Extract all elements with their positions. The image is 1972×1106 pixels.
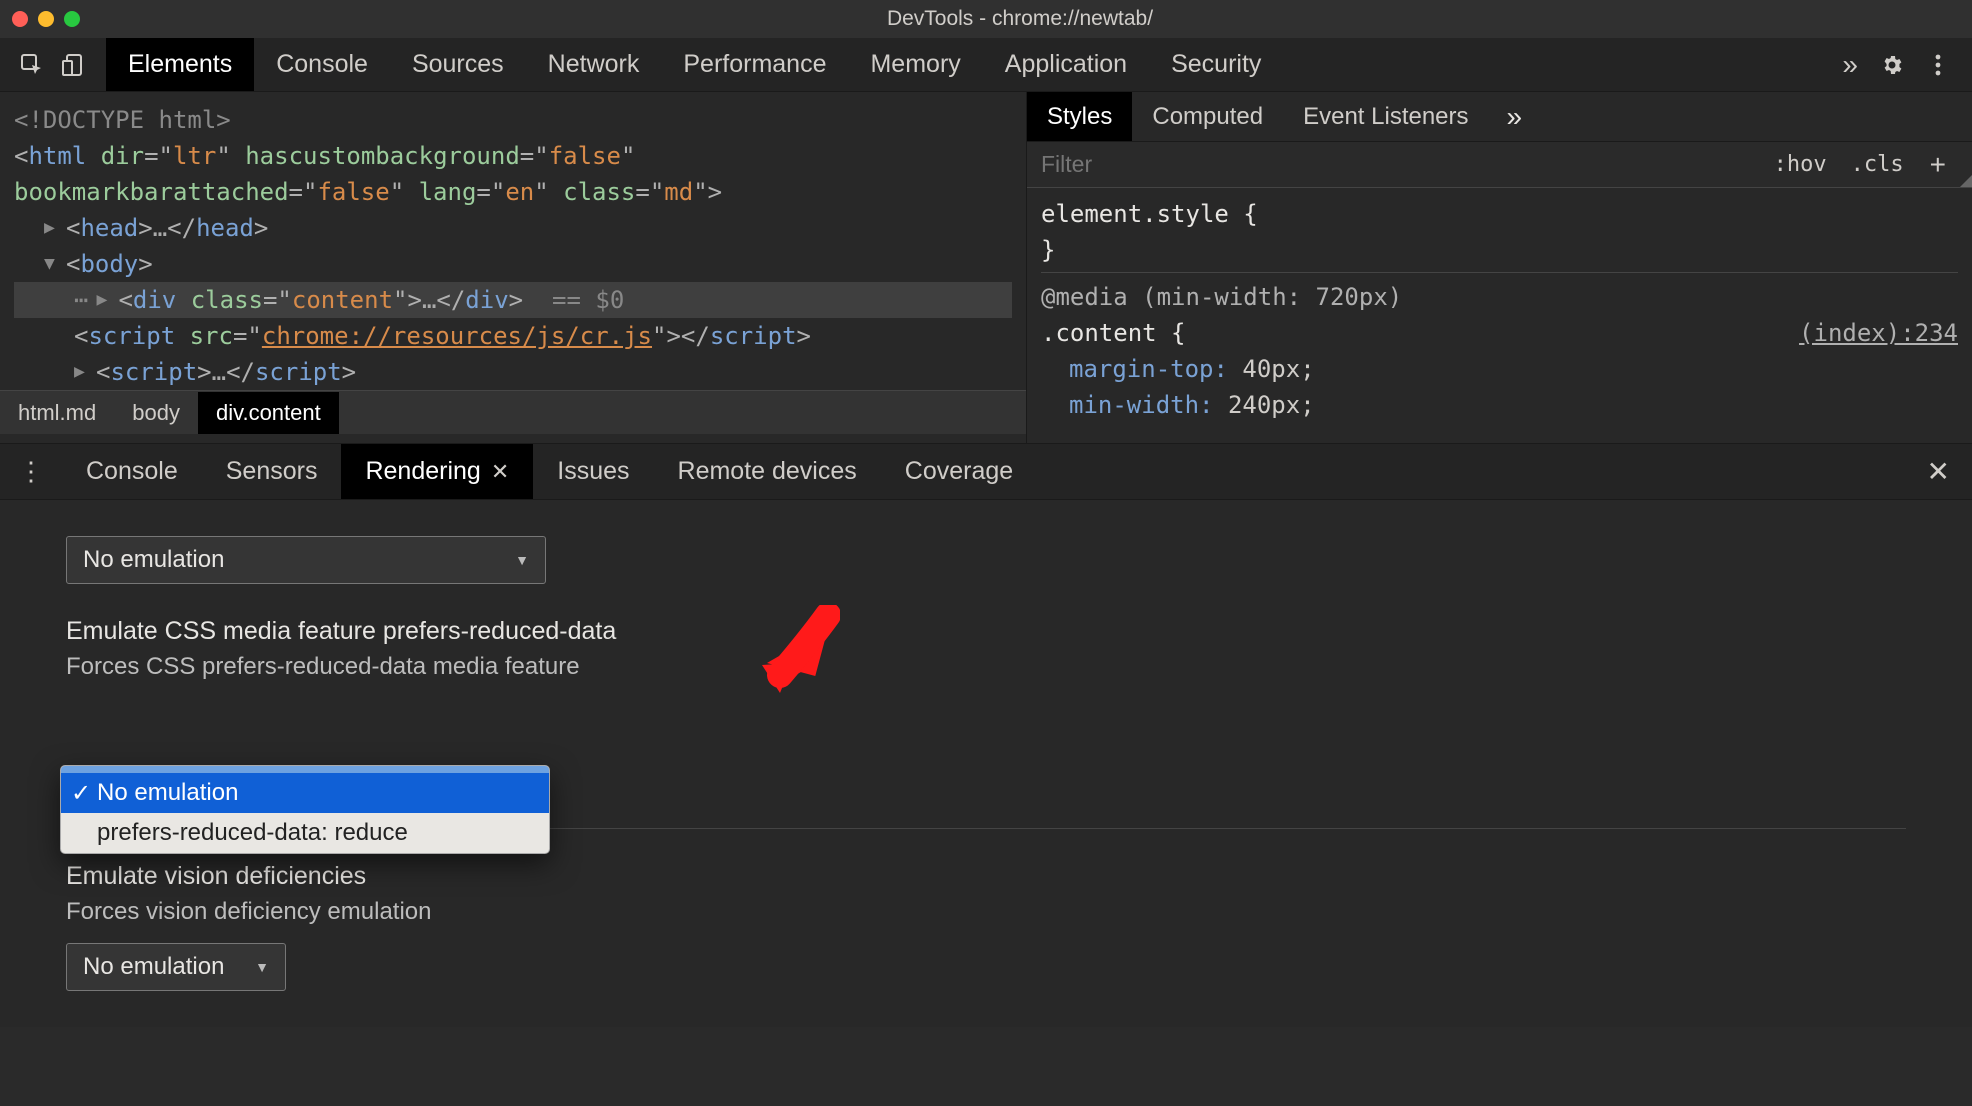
vision-deficiency-select[interactable]: No emulation ▼ [66,943,286,991]
tab-security[interactable]: Security [1149,38,1283,91]
rule-selector: .content { [1041,319,1186,347]
tab-console[interactable]: Console [254,38,390,91]
close-window-icon[interactable] [12,11,28,27]
main-toolbar: Elements Console Sources Network Perform… [0,38,1972,92]
drawer: ⋮ Console Sensors Rendering✕ Issues Remo… [0,444,1972,1027]
element-style-selector: element.style { [1041,200,1258,228]
tab-performance[interactable]: Performance [661,38,848,91]
tab-memory[interactable]: Memory [848,38,982,91]
section-title-vision-deficiencies: Emulate vision deficiencies [66,859,1906,893]
styles-filter-input[interactable] [1027,151,1762,178]
prefers-reduced-data-dropdown[interactable]: No emulation prefers-reduced-data: reduc… [60,765,550,854]
close-drawer-icon[interactable]: ✕ [1905,455,1972,488]
drawer-kebab-icon[interactable]: ⋮ [0,456,62,487]
zoom-window-icon[interactable] [64,11,80,27]
collapse-triangle-icon[interactable]: ▼ [44,246,62,282]
breadcrumb-item[interactable]: div.content [198,392,339,434]
section-desc-vision-deficiencies: Forces vision deficiency emulation [66,895,1906,929]
css-property[interactable]: margin-top: 40px; [1069,355,1315,383]
styles-panel: Styles Computed Event Listeners » :hov .… [1026,92,1972,443]
toggle-hov-button[interactable]: :hov [1762,152,1839,177]
media-query: @media (min-width: 720px) [1041,283,1402,311]
kebab-menu-icon[interactable] [1926,53,1950,77]
tab-application[interactable]: Application [983,38,1149,91]
chevron-down-icon: ▼ [515,543,529,577]
settings-gear-icon[interactable] [1880,53,1904,77]
window-traffic-lights [12,7,80,31]
drawer-tab-rendering[interactable]: Rendering✕ [341,444,533,499]
panel-tabs: Elements Console Sources Network Perform… [106,38,1283,91]
device-toolbar-icon[interactable] [62,53,86,77]
more-styles-tabs-icon[interactable]: » [1507,101,1523,133]
style-rules[interactable]: element.style { } @media (min-width: 720… [1027,188,1972,435]
overflow-ellipsis-icon: ⋯ [74,282,90,318]
breadcrumb-item[interactable]: html.md [0,392,114,434]
drawer-tab-console[interactable]: Console [62,444,202,499]
styles-tab-styles[interactable]: Styles [1027,92,1132,141]
window-title: DevTools - chrome://newtab/ [80,7,1960,31]
close-tab-icon[interactable]: ✕ [491,459,509,485]
select-value: No emulation [83,543,224,577]
rendering-panel: No emulation ▼ Emulate CSS media feature… [0,500,1972,1027]
add-style-rule-button[interactable]: + [1916,149,1960,181]
breadcrumb: html.md body div.content [0,390,1026,434]
toggle-cls-button[interactable]: .cls [1839,152,1916,177]
resize-corner-icon[interactable] [1960,175,1972,187]
drawer-tab-remote-devices[interactable]: Remote devices [654,444,881,499]
section-title-prefers-reduced-data: Emulate CSS media feature prefers-reduce… [66,614,1906,648]
select-value: No emulation [83,950,224,984]
breadcrumb-item[interactable]: body [114,392,198,434]
drawer-tab-issues[interactable]: Issues [533,444,653,499]
expand-triangle-icon[interactable]: ▶ [74,354,92,390]
styles-tab-event-listeners[interactable]: Event Listeners [1283,92,1488,141]
emulation-select-top[interactable]: No emulation ▼ [66,536,546,584]
tab-elements[interactable]: Elements [106,38,254,91]
styles-tab-computed[interactable]: Computed [1132,92,1283,141]
rule-source-link[interactable]: (index):234 [1799,315,1958,351]
styles-tabs: Styles Computed Event Listeners » [1027,92,1972,142]
css-property[interactable]: min-width: 240px; [1069,391,1315,419]
drawer-tabs: ⋮ Console Sensors Rendering✕ Issues Remo… [0,444,1972,500]
drawer-tab-sensors[interactable]: Sensors [202,444,342,499]
element-style-close: } [1041,236,1055,264]
selected-dom-node[interactable]: ⋯ ▶ <div class="content">…</div> == $0 [14,282,1012,318]
section-desc-prefers-reduced-data: Forces CSS prefers-reduced-data media fe… [66,650,1906,684]
more-panels-icon[interactable]: » [1842,49,1858,81]
dropdown-option[interactable]: prefers-reduced-data: reduce [61,813,549,853]
chevron-down-icon: ▼ [255,950,269,984]
expand-triangle-icon[interactable]: ▶ [44,210,62,246]
minimize-window-icon[interactable] [38,11,54,27]
elements-panel: <!DOCTYPE html> <html dir="ltr" hascusto… [0,92,1026,443]
tab-sources[interactable]: Sources [390,38,526,91]
inspect-element-icon[interactable] [20,53,44,77]
dom-tree[interactable]: <!DOCTYPE html> <html dir="ltr" hascusto… [0,92,1026,390]
drawer-tab-coverage[interactable]: Coverage [881,444,1037,499]
expand-triangle-icon[interactable]: ▶ [96,282,114,318]
annotation-arrow-icon [750,605,840,705]
code-doctype: <!DOCTYPE html> [14,102,231,138]
dropdown-option[interactable]: No emulation [61,773,549,813]
tab-network[interactable]: Network [526,38,662,91]
window-titlebar: DevTools - chrome://newtab/ [0,0,1972,38]
